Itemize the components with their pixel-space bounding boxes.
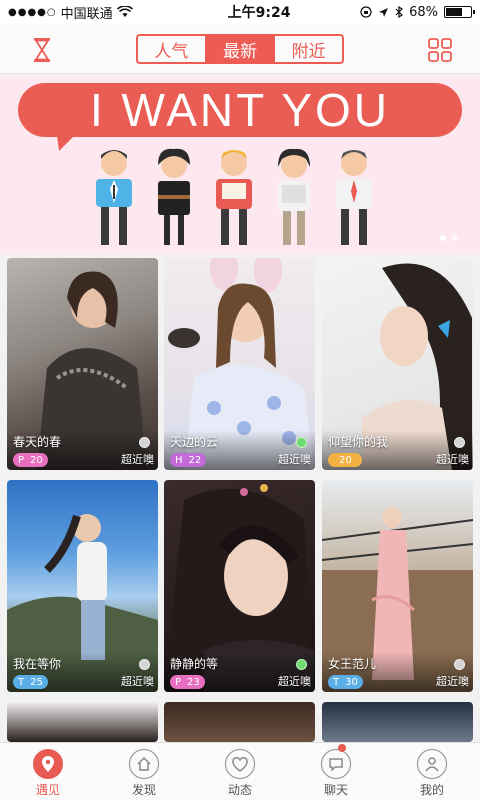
bottom-tab-bar: 遇见 发现 动态 聊天 我的 [0, 742, 480, 800]
tag-age: 22 [188, 454, 202, 466]
user-icon [417, 749, 447, 779]
tag-age: 20 [30, 454, 43, 466]
online-status-dot [454, 437, 465, 448]
location-arrow-icon [379, 7, 389, 17]
tag-letter: H [175, 454, 183, 466]
user-card[interactable]: 静静的等 P 23 超近噢 [164, 480, 315, 692]
tag-age: 20 [339, 454, 352, 466]
online-status-dot [139, 437, 150, 448]
user-name: 天边的云 [170, 435, 219, 449]
tag-age: 23 [187, 676, 200, 688]
user-card[interactable] [7, 702, 158, 742]
cartoon-people-illustration [96, 148, 372, 245]
distance-label: 超近噢 [436, 453, 469, 466]
user-card[interactable]: 春天的春 P 20 超近噢 [7, 258, 158, 470]
cartoon-person-1 [96, 150, 132, 245]
home-icon [129, 749, 159, 779]
age-tag: 20 [328, 453, 362, 467]
segment-nearby[interactable]: 附近 [275, 36, 342, 62]
user-name: 女王范儿 [328, 657, 377, 671]
tag-age: 30 [345, 676, 358, 688]
user-card[interactable] [322, 702, 473, 742]
signal-icon: ●●●●○ [8, 6, 57, 18]
battery-icon [444, 6, 475, 18]
tag-age: 25 [30, 676, 43, 688]
distance-label: 超近噢 [278, 453, 311, 466]
location-pin-icon [33, 749, 63, 779]
tag-letter: P [175, 676, 182, 688]
status-right: 68% [360, 4, 475, 20]
heart-icon [225, 749, 255, 779]
online-status-dot [296, 437, 307, 448]
cartoon-person-5 [336, 150, 372, 245]
cartoon-person-4 [278, 148, 310, 245]
tab-discover[interactable]: 发现 [96, 743, 192, 800]
user-photo [7, 702, 158, 742]
tag-letter: P [18, 454, 25, 466]
status-bar: ●●●●○ 中国联通 上午9:24 68% [0, 0, 480, 24]
user-card[interactable]: 仰望你的我 20 超近噢 [322, 258, 473, 470]
cartoon-person-2 [158, 148, 190, 245]
tab-chat[interactable]: 聊天 [288, 743, 384, 800]
chat-icon [321, 749, 351, 779]
distance-label: 超近噢 [278, 675, 311, 688]
segment-newest[interactable]: 最新 [206, 36, 276, 62]
user-name: 我在等你 [13, 657, 62, 671]
battery-percent: 68% [409, 4, 438, 20]
tab-label: 聊天 [323, 783, 348, 797]
age-tag: P 23 [170, 675, 205, 689]
age-tag: P 20 [13, 453, 48, 467]
bluetooth-icon [395, 6, 404, 18]
unread-badge [337, 744, 346, 752]
user-photo [164, 702, 315, 742]
tab-label: 遇见 [35, 783, 60, 797]
user-name: 静静的等 [170, 657, 219, 671]
grid-icon[interactable] [428, 38, 452, 62]
wifi-icon [116, 6, 133, 17]
tab-meet[interactable]: 遇见 [0, 743, 96, 800]
user-name: 仰望你的我 [328, 435, 389, 449]
age-tag: H 22 [170, 453, 207, 467]
banner-page-indicator [440, 235, 458, 241]
tab-label: 发现 [131, 783, 156, 797]
tab-me[interactable]: 我的 [384, 743, 480, 800]
carrier-name: 中国联通 [60, 6, 113, 22]
hourglass-icon[interactable] [30, 37, 54, 63]
tag-letter: T [18, 676, 25, 688]
page-dot [440, 235, 446, 241]
online-status-dot [139, 659, 150, 670]
age-tag: T 30 [328, 675, 363, 689]
user-card[interactable] [164, 702, 315, 742]
tab-label: 动态 [227, 783, 252, 797]
promo-banner[interactable]: I WANT YOU [0, 75, 480, 255]
top-nav-bar: 人气 最新 附近 [0, 24, 480, 74]
user-photo [322, 702, 473, 742]
age-tag: T 25 [13, 675, 48, 689]
user-name: 春天的春 [13, 435, 62, 449]
speech-bubble: I WANT YOU [18, 83, 462, 137]
battery-level [446, 8, 462, 16]
segment-popular[interactable]: 人气 [138, 36, 207, 62]
tab-label: 我的 [419, 783, 444, 797]
online-status-dot [296, 659, 307, 670]
rotation-lock-icon [360, 6, 372, 18]
user-card[interactable]: 我在等你 T 25 超近噢 [7, 480, 158, 692]
distance-label: 超近噢 [121, 675, 154, 688]
distance-label: 超近噢 [121, 453, 154, 466]
page-dot [452, 235, 458, 241]
banner-headline: I WANT YOU [89, 84, 391, 136]
user-card[interactable]: 天边的云 H 22 超近噢 [164, 258, 315, 470]
online-status-dot [454, 659, 465, 670]
cartoon-person-3 [216, 150, 252, 245]
sort-segmented-control: 人气 最新 附近 [136, 34, 344, 64]
user-card[interactable]: 女王范儿 T 30 超近噢 [322, 480, 473, 692]
tab-moments[interactable]: 动态 [192, 743, 288, 800]
distance-label: 超近噢 [436, 675, 469, 688]
tag-letter: T [333, 676, 340, 688]
status-time: 上午9:24 [227, 5, 291, 21]
